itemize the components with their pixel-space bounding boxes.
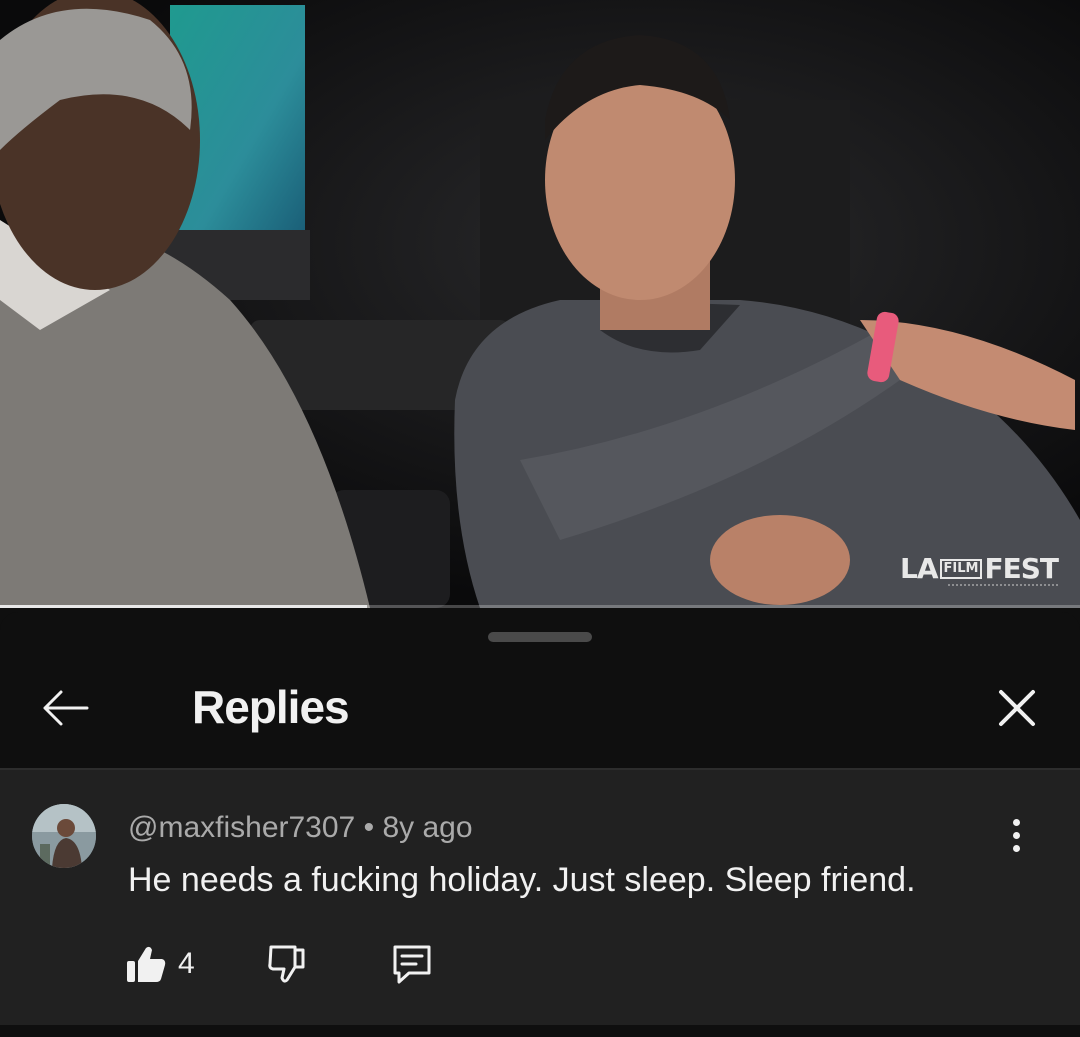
- comment-age: 8y ago: [382, 811, 473, 844]
- avatar-image: [32, 804, 96, 868]
- sheet-title: Replies: [192, 681, 350, 733]
- more-vert-icon: [1012, 818, 1020, 826]
- comment-actions: 4: [124, 938, 435, 990]
- comment-author[interactable]: @maxfisher7307: [128, 811, 355, 844]
- sheet-header: Replies: [0, 657, 1080, 767]
- comment-item: @maxfisher7307 • 8y ago He needs a fucki…: [0, 770, 1080, 1025]
- la-film-fest-watermark: LA FILM FEST: [900, 552, 1059, 585]
- reply-button[interactable]: [389, 941, 435, 987]
- close-icon: [999, 690, 1035, 726]
- more-vert-icon-dot: [1012, 844, 1020, 852]
- comment-text: He needs a fucking holiday. Just sleep. …: [128, 861, 916, 899]
- comment-meta: @maxfisher7307 • 8y ago: [128, 810, 473, 846]
- watermark-text-boxed: FILM: [939, 558, 983, 579]
- like-button[interactable]: 4: [124, 942, 195, 986]
- video-progress-fill: [0, 605, 368, 608]
- like-count: 4: [178, 947, 195, 980]
- dislike-button[interactable]: [265, 942, 309, 986]
- thumb-down-outline-icon: [268, 945, 305, 983]
- more-options-button[interactable]: [996, 810, 1036, 860]
- bottom-edge: [0, 1025, 1080, 1037]
- back-button[interactable]: [30, 679, 100, 737]
- replies-sheet: Replies @maxfisher7307 • 8y ago He needs…: [0, 612, 1080, 1037]
- thumb-up-filled-icon: [127, 946, 166, 982]
- more-vert-icon-dot: [1012, 831, 1020, 839]
- video-progress-bar[interactable]: [0, 605, 1080, 608]
- video-player[interactable]: LA FILM FEST: [0, 0, 1080, 608]
- watermark-text-right: FEST: [984, 552, 1059, 585]
- video-frame: [0, 0, 1080, 608]
- arrow-left-icon: [43, 690, 89, 726]
- watermark-subline: [948, 584, 1058, 590]
- drag-handle[interactable]: [488, 632, 592, 642]
- avatar[interactable]: [32, 804, 96, 868]
- meta-separator: •: [363, 811, 375, 844]
- close-button[interactable]: [984, 679, 1050, 737]
- watermark-text-left: LA: [900, 552, 939, 585]
- comment-icon: [393, 945, 431, 984]
